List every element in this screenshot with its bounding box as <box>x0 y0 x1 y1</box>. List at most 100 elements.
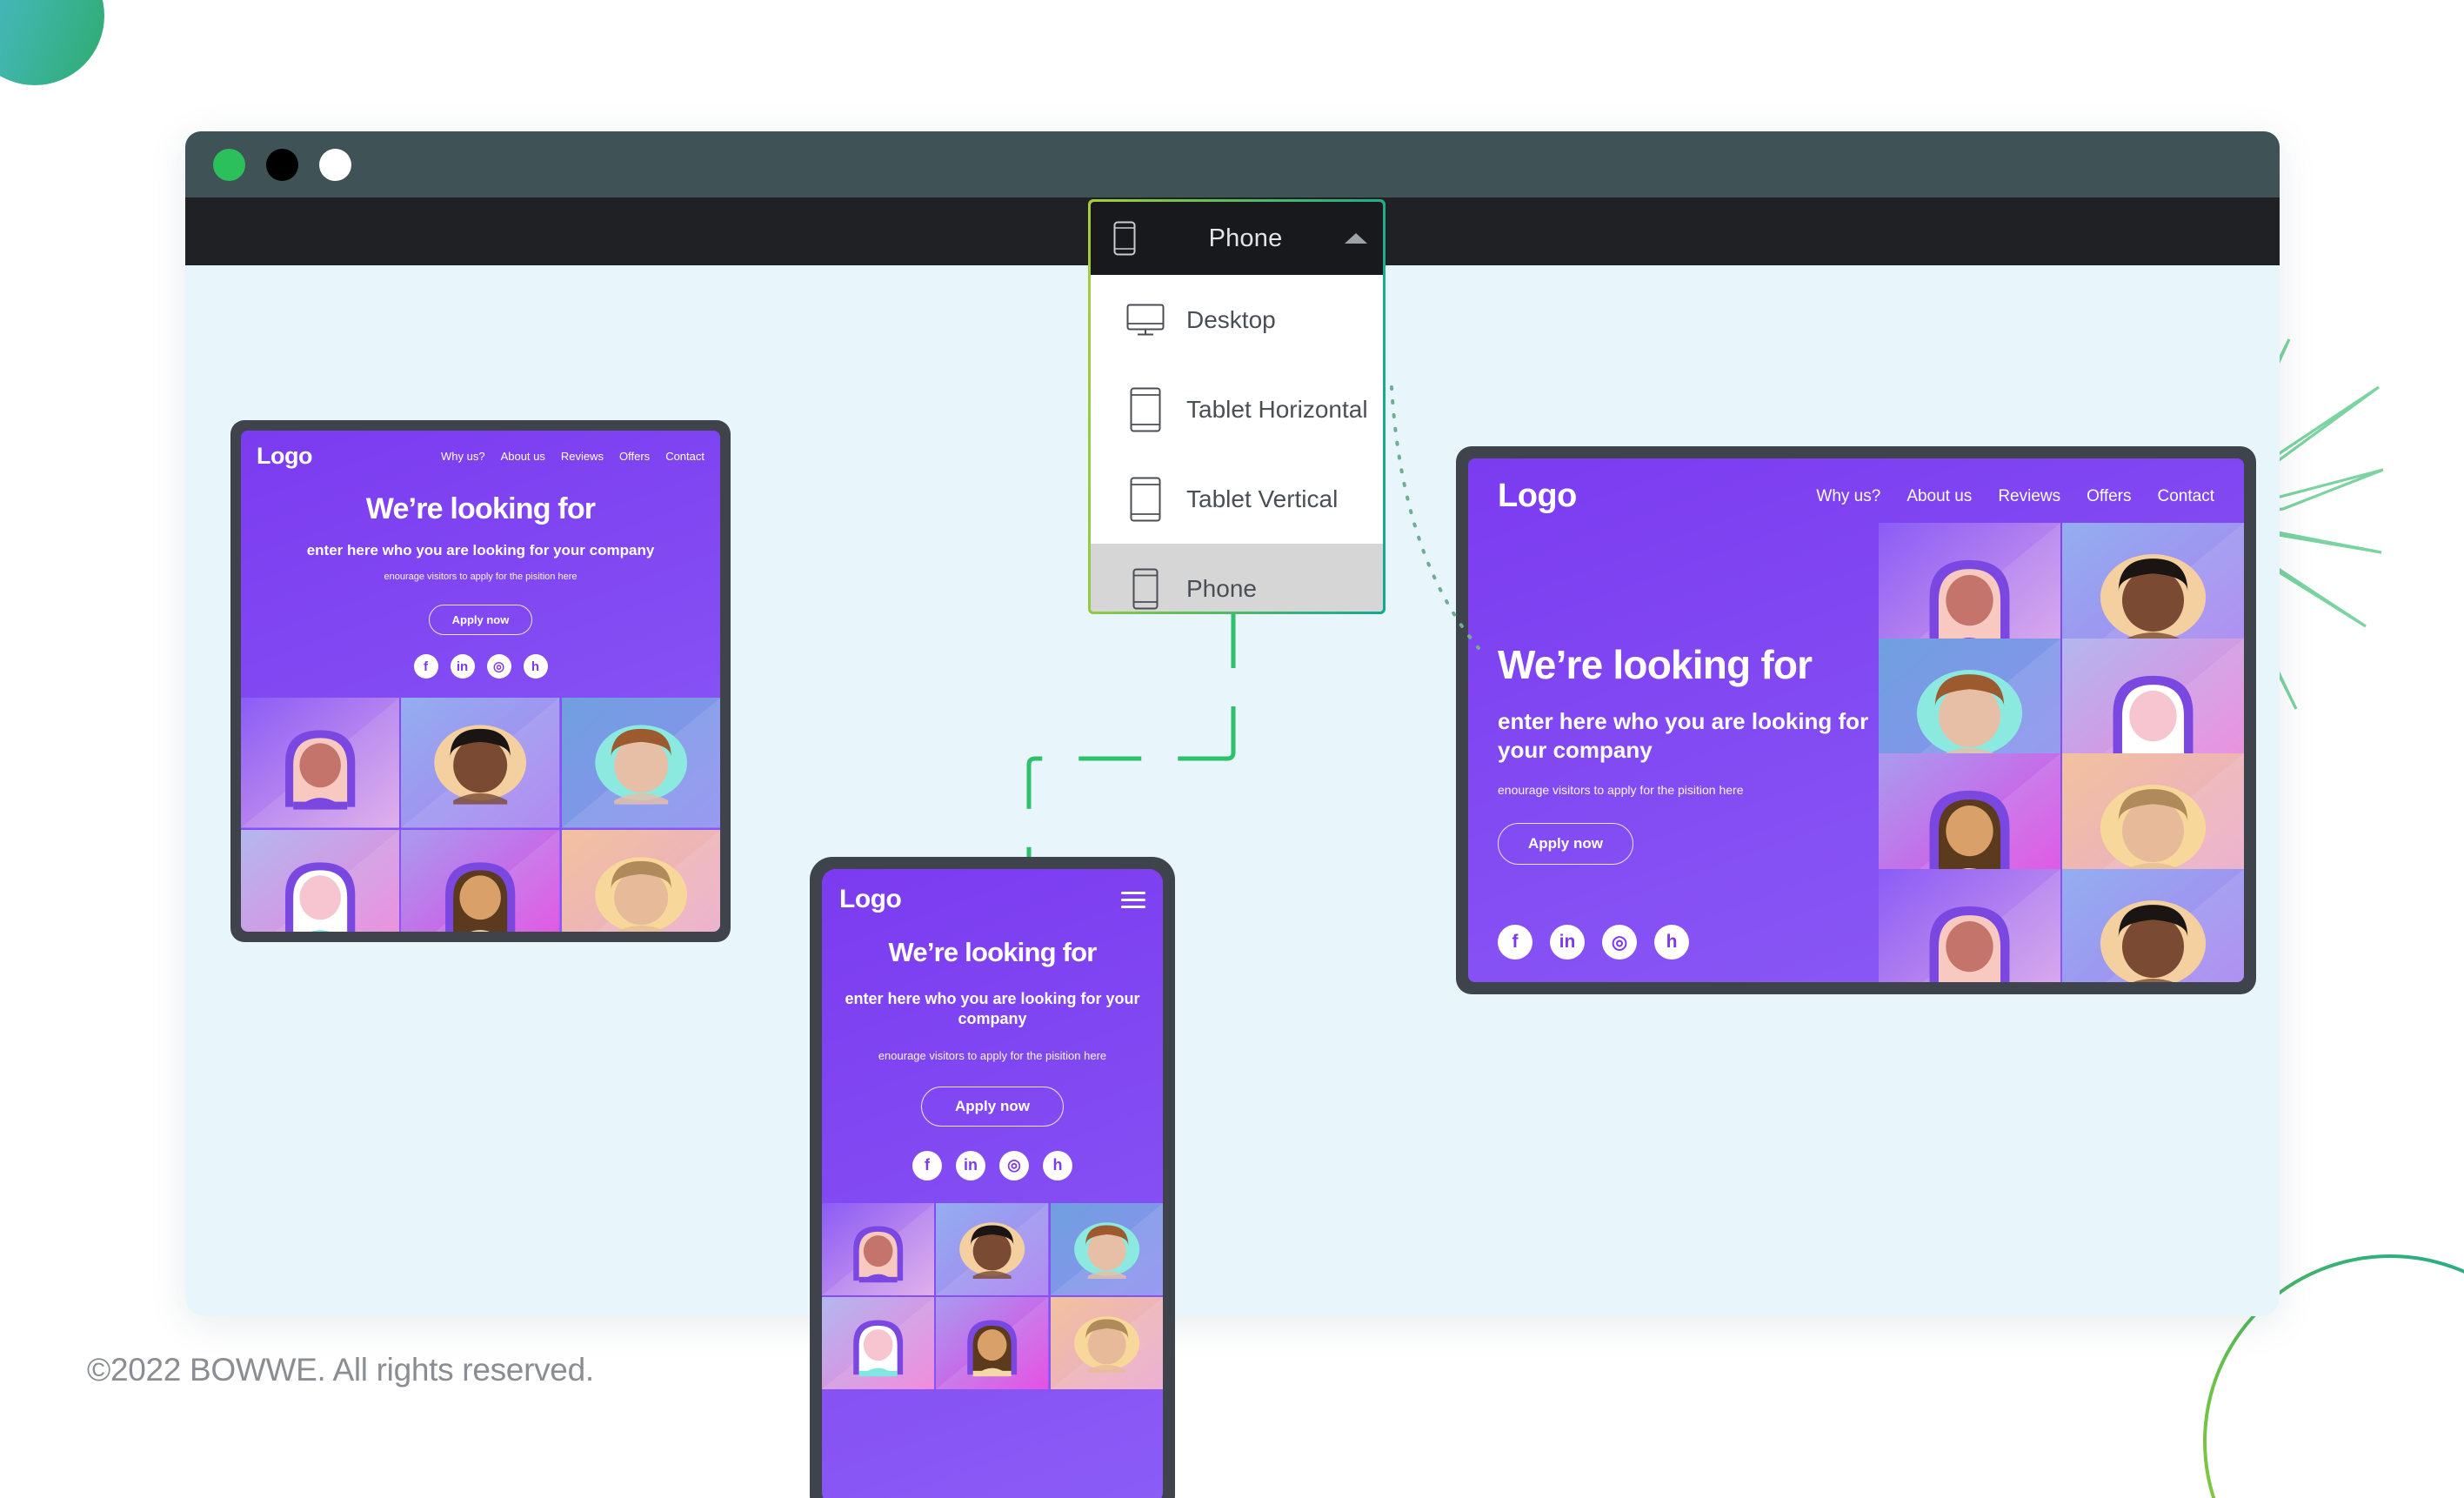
device-option-label: Phone <box>1186 574 1257 602</box>
nav-link-about-us[interactable]: About us <box>1906 487 1972 506</box>
social-links: f in ◎ h <box>822 1150 1163 1180</box>
site-paragraph: enourage visitors to apply for the pisit… <box>1498 783 1744 797</box>
device-option-label: Tablet Horizontal <box>1186 395 1368 423</box>
avatar-cell <box>936 1296 1049 1389</box>
site-nav-links: Why us? About us Reviews Offers Contact <box>1816 487 2214 506</box>
phone-preview[interactable]: Logo We’re looking for enter here who yo… <box>810 857 1175 1498</box>
facebook-icon[interactable]: f <box>413 654 438 679</box>
site-paragraph: enourage visitors to apply for the pisit… <box>384 572 578 582</box>
site-subheading: enter here who you are looking for your … <box>306 542 655 558</box>
site-navbar: Logo Why us? About us Reviews Offers Con… <box>1468 478 2244 515</box>
hamburger-menu-icon[interactable] <box>1121 891 1145 908</box>
nav-link-contact[interactable]: Contact <box>665 450 704 463</box>
site-navbar: Logo Why us? About us Reviews Offers Con… <box>241 431 720 470</box>
avatar-grid <box>241 698 720 932</box>
avatar-grid <box>822 1202 1163 1389</box>
avatar-cell <box>1879 868 2060 982</box>
facebook-icon[interactable]: f <box>912 1150 942 1180</box>
nav-link-why-us[interactable]: Why us? <box>441 450 485 463</box>
phone-icon <box>1124 568 1167 610</box>
device-option-phone[interactable]: Phone <box>1091 544 1383 612</box>
cta-wrapper: Apply now <box>241 605 720 635</box>
linkedin-icon[interactable]: in <box>450 654 475 679</box>
window-minimize-button[interactable] <box>266 148 298 181</box>
window-close-button[interactable] <box>213 148 245 181</box>
avatar-cell <box>241 829 400 932</box>
hubspot-icon[interactable]: h <box>523 654 548 679</box>
linkedin-icon[interactable]: in <box>956 1150 985 1180</box>
site-navbar: Logo <box>822 869 1163 914</box>
social-links: f in ◎ h <box>241 654 720 679</box>
avatar-cell <box>936 1202 1049 1295</box>
phone-preview-screen: Logo We’re looking for enter here who yo… <box>822 869 1163 1498</box>
site-nav-links: Why us? About us Reviews Offers Contact <box>441 450 704 463</box>
avatar-cell <box>2062 868 2244 982</box>
site-heading: We’re looking for <box>888 937 1097 967</box>
site-content-tablet: Logo Why us? About us Reviews Offers Con… <box>1468 458 2244 982</box>
site-paragraph: enourage visitors to apply for the pisit… <box>878 1048 1107 1062</box>
device-option-label: Tablet Vertical <box>1186 485 1339 512</box>
site-subheading: enter here who you are looking for your … <box>1498 708 1869 763</box>
device-selector-header[interactable]: Phone <box>1091 202 1383 275</box>
facebook-icon[interactable]: f <box>1498 925 1532 960</box>
device-option-list: Desktop Tablet Horizontal Tablet Vertica… <box>1091 275 1383 612</box>
avatar-cell <box>822 1202 935 1295</box>
site-heading: We’re looking for <box>365 492 596 525</box>
avatar-cell <box>561 698 720 828</box>
nav-link-about-us[interactable]: About us <box>501 450 545 463</box>
site-content-desktop: Logo Why us? About us Reviews Offers Con… <box>241 431 720 932</box>
device-selector-value: Phone <box>1208 224 1283 252</box>
device-selector-dropdown[interactable]: Phone Desktop Tablet Horizontal Tablet V… <box>1088 199 1386 614</box>
gradient-blob-top-left-icon <box>0 0 104 85</box>
browser-titlebar <box>185 131 2280 197</box>
avatar-cell <box>401 698 560 828</box>
linkedin-icon[interactable]: in <box>1550 925 1585 960</box>
avatar-cell <box>1050 1202 1163 1295</box>
instagram-icon[interactable]: ◎ <box>486 654 511 679</box>
chevron-up-icon[interactable] <box>1345 233 1367 244</box>
nav-link-offers[interactable]: Offers <box>619 450 650 463</box>
avatar-cell <box>1050 1296 1163 1389</box>
avatar-cell <box>401 829 560 932</box>
device-option-label: Desktop <box>1186 305 1276 333</box>
nav-link-reviews[interactable]: Reviews <box>1998 487 2060 506</box>
tablet-icon <box>1124 387 1167 432</box>
phone-icon <box>1103 221 1146 256</box>
cta-wrapper: Apply now <box>822 1086 1163 1127</box>
device-option-tablet-vertical[interactable]: Tablet Vertical <box>1091 454 1383 544</box>
nav-link-reviews[interactable]: Reviews <box>561 450 604 463</box>
nav-link-why-us[interactable]: Why us? <box>1816 487 1880 506</box>
device-option-desktop[interactable]: Desktop <box>1091 275 1383 364</box>
tablet-icon <box>1124 477 1167 522</box>
site-logo[interactable]: Logo <box>839 885 902 914</box>
site-content-phone: Logo We’re looking for enter here who yo… <box>822 869 1163 1498</box>
avatar-grid <box>1879 523 2244 982</box>
site-logo[interactable]: Logo <box>1498 478 1577 515</box>
site-subheading: enter here who you are looking for your … <box>845 990 1140 1028</box>
device-option-tablet-horizontal[interactable]: Tablet Horizontal <box>1091 364 1383 454</box>
tablet-preview-screen: Logo Why us? About us Reviews Offers Con… <box>1468 458 2244 982</box>
desktop-monitor-icon <box>1124 304 1167 337</box>
avatar-cell <box>561 829 720 932</box>
site-copy-block: We’re looking for enter here who you are… <box>1498 641 1898 865</box>
desktop-preview-screen: Logo Why us? About us Reviews Offers Con… <box>241 431 720 932</box>
tablet-preview[interactable]: Logo Why us? About us Reviews Offers Con… <box>1456 446 2256 994</box>
avatar-cell <box>241 698 400 828</box>
nav-link-offers[interactable]: Offers <box>2087 487 2131 506</box>
social-links: f in ◎ h <box>1498 925 1689 960</box>
hubspot-icon[interactable]: h <box>1043 1150 1072 1180</box>
copyright-text: ©2022 BOWWE. All rights reserved. <box>87 1352 594 1388</box>
hubspot-icon[interactable]: h <box>1654 925 1689 960</box>
site-logo[interactable]: Logo <box>257 443 312 470</box>
nav-link-contact[interactable]: Contact <box>2158 487 2214 506</box>
instagram-icon[interactable]: ◎ <box>999 1150 1029 1180</box>
instagram-icon[interactable]: ◎ <box>1602 925 1637 960</box>
avatar-cell <box>822 1296 935 1389</box>
site-heading: We’re looking for <box>1498 642 1813 687</box>
window-maximize-button[interactable] <box>319 148 351 181</box>
page-root: Logo Why us? About us Reviews Offers Con… <box>0 0 2464 1498</box>
apply-now-button[interactable]: Apply now <box>921 1086 1064 1127</box>
desktop-preview[interactable]: Logo Why us? About us Reviews Offers Con… <box>230 420 731 942</box>
apply-now-button[interactable]: Apply now <box>428 605 533 635</box>
apply-now-button[interactable]: Apply now <box>1498 823 1633 865</box>
